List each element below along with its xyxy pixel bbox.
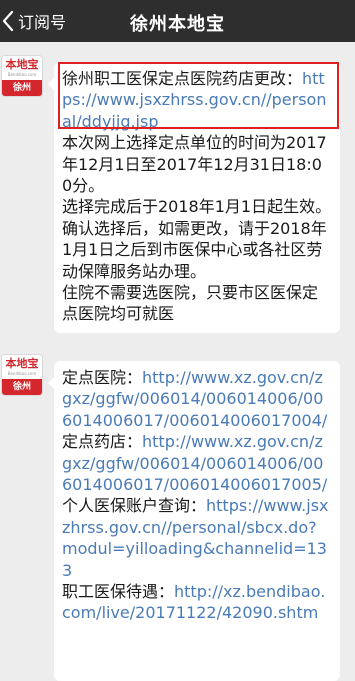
top-bar: 订阅号 徐州本地宝 [0,0,355,42]
avatar-brand: 本地宝 [5,357,39,370]
avatar-site: Bendibao.com [7,371,37,376]
hospital-label: 定点医院： [62,368,143,387]
message-paragraph: 确认选择后，如需更改，请于2018年1月1日之后到市医保中心或各社区劳动保障服务… [62,218,327,281]
message-bubble: 徐州职工医保定点医院药店更改：https://www.jsxzhrss.gov.… [48,62,340,333]
account-label: 个人医保账户查询： [62,496,207,516]
message-paragraph: 住院不需要选医院，只要市区医保定点医院均可就医 [62,283,319,324]
pharmacy-label: 定点药店： [62,432,143,452]
avatar-city: 徐州 [2,379,42,395]
treatment-label: 职工医保待遇： [62,582,175,602]
message-text: 定点药店：http://www.xz.gov.cn/zgxz/ggfw/0060… [62,431,332,495]
avatar[interactable]: 本地宝 Bendibao.com 徐州 [2,355,42,395]
message-paragraph: 选择完成后于2018年1月1日起生效。 [62,197,332,217]
message-paragraph: 本次网上选择定点单位的时间为2017年12月1日至2017年12月31日18:0… [62,133,327,196]
avatar-city: 徐州 [2,80,42,96]
avatar-brand: 本地宝 [5,58,39,71]
message-text: 个人医保账户查询：https://www.jsxzhrss.gov.cn//pe… [62,495,332,581]
message-text: 定点医院：http://www.xz.gov.cn/zgxz/ggfw/0060… [62,367,332,431]
page-title: 徐州本地宝 [130,14,225,35]
avatar-site: Bendibao.com [7,72,37,77]
message-text: 徐州职工医保定点医院药店更改：https://www.jsxzhrss.gov.… [62,68,332,132]
message-text: 职工医保待遇：http://xz.bendibao.com/live/20171… [62,581,332,624]
message-title: 徐州职工医保定点医院药店更改： [62,69,303,88]
message-bubble: 定点医院：http://www.xz.gov.cn/zgxz/ggfw/0060… [48,361,340,681]
avatar[interactable]: 本地宝 Bendibao.com 徐州 [2,56,42,96]
